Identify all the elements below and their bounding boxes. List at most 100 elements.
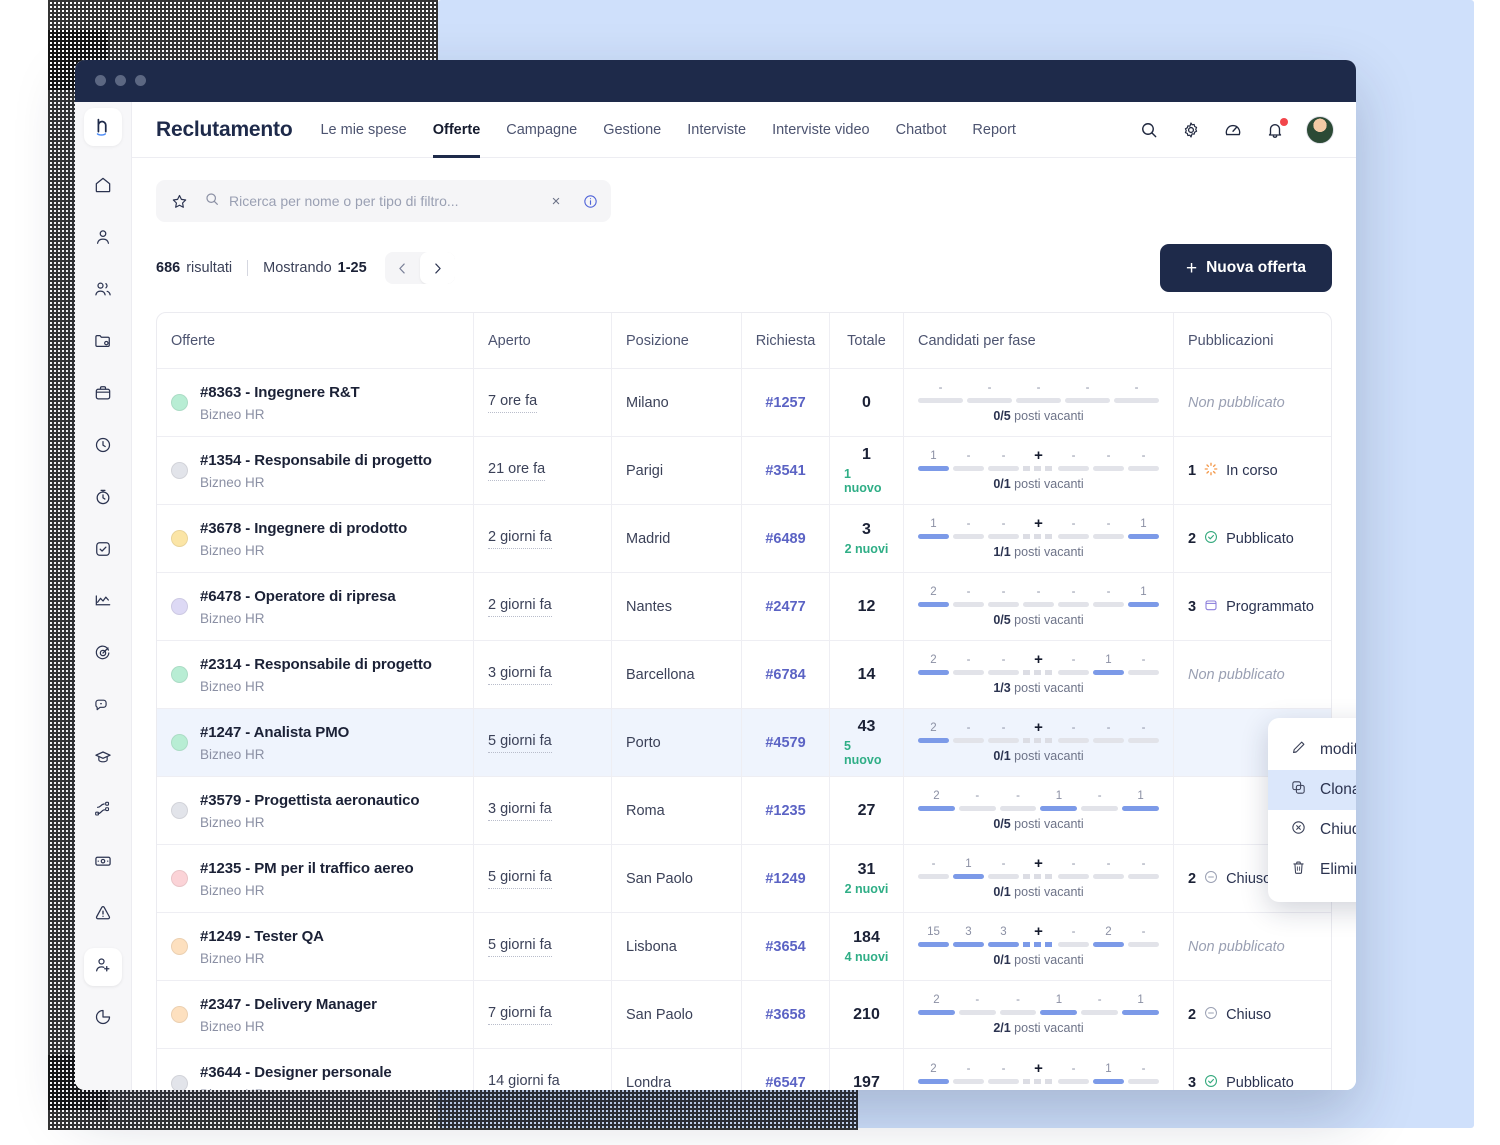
request-link[interactable]: #3654 <box>765 939 805 955</box>
window-controls[interactable] <box>95 75 146 86</box>
sidebar-item-feedback[interactable] <box>84 688 122 726</box>
context-menu-item-clonare[interactable]: Clonare <box>1268 770 1356 810</box>
sidebar-item-recruitment[interactable] <box>84 948 122 986</box>
table-row[interactable]: #2347 - Delivery Manager Bizneo HR 7 giorn… <box>157 981 1331 1049</box>
opened-ago[interactable]: 2 giorni fa <box>488 597 552 617</box>
table-row[interactable]: #1354 - Responsabile di progetto Bizneo H… <box>157 437 1331 505</box>
opened-ago[interactable]: 5 giorni fa <box>488 869 552 889</box>
cell-offerta[interactable]: #3678 - Ingegnere di prodotto Bizneo HR <box>157 505 473 572</box>
cell-offerta[interactable]: #2314 - Responsabile di progetto Bizneo H… <box>157 641 473 708</box>
gear-icon[interactable] <box>1180 119 1202 141</box>
sidebar-item-folder[interactable] <box>84 324 122 362</box>
tab-offerte[interactable]: Offerte <box>432 102 480 158</box>
col-richiesta[interactable]: Richiesta <box>756 333 816 349</box>
table-row[interactable]: #6478 - Operatore di ripresa Bizneo HR 2 g… <box>157 573 1331 641</box>
opened-ago[interactable]: 7 ore fa <box>488 393 538 413</box>
table-row[interactable]: #3579 - Progettista aeronautico Bizneo HR… <box>157 777 1331 845</box>
context-menu-item-modifica[interactable]: modifica <box>1268 730 1356 770</box>
offer-title[interactable]: #1249 - Tester QA <box>200 928 324 945</box>
cell-offerta[interactable]: #1249 - Tester QA Bizneo HR <box>157 913 473 980</box>
request-link[interactable]: #1249 <box>765 871 805 887</box>
cell-offerta[interactable]: #1247 - Analista PMO Bizneo HR <box>157 709 473 776</box>
cell-offerta[interactable]: #3644 - Designer personale Bizneo HR <box>157 1049 473 1090</box>
col-totale[interactable]: Totale <box>847 333 886 349</box>
table-row[interactable]: #1247 - Analista PMO Bizneo HR 5 giorni fa… <box>157 709 1331 777</box>
request-link[interactable]: #6489 <box>765 531 805 547</box>
col-candidati-per-fase[interactable]: Candidati per fase <box>918 333 1036 349</box>
tab-campagne[interactable]: Campagne <box>506 102 577 158</box>
request-link[interactable]: #1257 <box>765 395 805 411</box>
info-icon[interactable] <box>573 184 607 218</box>
sidebar-item-briefcase[interactable] <box>84 376 122 414</box>
tab-report[interactable]: Report <box>972 102 1016 158</box>
offer-title[interactable]: #2314 - Responsabile di progetto <box>200 656 432 673</box>
clear-icon[interactable]: × <box>547 192 565 210</box>
request-link[interactable]: #6784 <box>765 667 805 683</box>
sidebar-item-objectives[interactable] <box>84 636 122 674</box>
sidebar-item-tasks[interactable] <box>84 532 122 570</box>
opened-ago[interactable]: 21 ore fa <box>488 461 546 481</box>
avatar[interactable] <box>1306 115 1334 144</box>
offer-title[interactable]: #1235 - PM per il traffico aereo <box>200 860 414 877</box>
sidebar-item-analytics[interactable] <box>84 584 122 622</box>
opened-ago[interactable]: 5 giorni fa <box>488 937 552 957</box>
bell-icon[interactable] <box>1264 117 1288 141</box>
sidebar-item-home[interactable] <box>84 168 122 206</box>
table-row[interactable]: #3644 - Designer personale Bizneo HR 14 gi… <box>157 1049 1331 1090</box>
request-link[interactable]: #1235 <box>765 803 805 819</box>
opened-ago[interactable]: 5 giorni fa <box>488 733 552 753</box>
sidebar-item-payroll[interactable] <box>84 844 122 882</box>
table-row[interactable]: #8363 - Ingegnere R&T Bizneo HR 7 ore fa Mi… <box>157 369 1331 437</box>
star-icon[interactable] <box>162 184 196 218</box>
window-minimize-dot[interactable] <box>115 75 126 86</box>
request-link[interactable]: #3541 <box>765 463 805 479</box>
cell-offerta[interactable]: #1235 - PM per il traffico aereo Bizneo H… <box>157 845 473 912</box>
search-input[interactable] <box>229 193 538 209</box>
cell-offerta[interactable]: #3579 - Progettista aeronautico Bizneo HR <box>157 777 473 844</box>
request-link[interactable]: #2477 <box>765 599 805 615</box>
cell-offerta[interactable]: #6478 - Operatore di ripresa Bizneo HR <box>157 573 473 640</box>
offer-title[interactable]: #3644 - Designer personale <box>200 1064 392 1081</box>
window-maximize-dot[interactable] <box>135 75 146 86</box>
sidebar-item-clock[interactable] <box>84 428 122 466</box>
request-link[interactable]: #3658 <box>765 1007 805 1023</box>
offer-title[interactable]: #3678 - Ingegnere di prodotto <box>200 520 407 537</box>
sidebar-item-timer[interactable] <box>84 480 122 518</box>
next-page-button[interactable] <box>419 252 455 284</box>
offer-title[interactable]: #8363 - Ingegnere R&T <box>200 384 360 401</box>
col-pubblicazioni[interactable]: Pubblicazioni <box>1188 333 1273 349</box>
cell-offerta[interactable]: #8363 - Ingegnere R&T Bizneo HR <box>157 369 473 436</box>
opened-ago[interactable]: 2 giorni fa <box>488 529 552 549</box>
offer-title[interactable]: #3579 - Progettista aeronautico <box>200 792 420 809</box>
search-icon[interactable] <box>1138 119 1160 141</box>
cell-offerta[interactable]: #1354 - Responsabile di progetto Bizneo H… <box>157 437 473 504</box>
context-menu-item-chiudere[interactable]: Chiudere <box>1268 810 1356 850</box>
opened-ago[interactable]: 7 giorni fa <box>488 1005 552 1025</box>
request-link[interactable]: #4579 <box>765 735 805 751</box>
window-close-dot[interactable] <box>95 75 106 86</box>
offer-title[interactable]: #1247 - Analista PMO <box>200 724 349 741</box>
opened-ago[interactable]: 3 giorni fa <box>488 665 552 685</box>
col-aperto[interactable]: Aperto <box>488 333 531 349</box>
table-row[interactable]: #2314 - Responsabile di progetto Bizneo H… <box>157 641 1331 709</box>
sidebar-item-people[interactable] <box>84 272 122 310</box>
sidebar-item-profile[interactable] <box>84 220 122 258</box>
sidebar-item-path[interactable] <box>84 792 122 830</box>
table-row[interactable]: #3678 - Ingegnere di prodotto Bizneo HR 2 … <box>157 505 1331 573</box>
tab-gestione[interactable]: Gestione <box>603 102 661 158</box>
col-posizione[interactable]: Posizione <box>626 333 689 349</box>
tab-le-mie-spese[interactable]: Le mie spese <box>320 102 406 158</box>
tab-chatbot[interactable]: Chatbot <box>896 102 947 158</box>
offer-title[interactable]: #1354 - Responsabile di progetto <box>200 452 432 469</box>
bizneo-logo-icon[interactable] <box>84 108 122 146</box>
tab-interviste-video[interactable]: Interviste video <box>772 102 870 158</box>
sidebar-item-alerts[interactable] <box>84 896 122 934</box>
opened-ago[interactable]: 3 giorni fa <box>488 801 552 821</box>
table-row[interactable]: #1235 - PM per il traffico aereo Bizneo H… <box>157 845 1331 913</box>
tab-interviste[interactable]: Interviste <box>687 102 746 158</box>
opened-ago[interactable]: 14 giorni fa <box>488 1073 560 1090</box>
sidebar-item-reports[interactable] <box>84 1000 122 1038</box>
offer-title[interactable]: #2347 - Delivery Manager <box>200 996 377 1013</box>
cell-offerta[interactable]: #2347 - Delivery Manager Bizneo HR <box>157 981 473 1048</box>
prev-page-button[interactable] <box>385 252 420 284</box>
